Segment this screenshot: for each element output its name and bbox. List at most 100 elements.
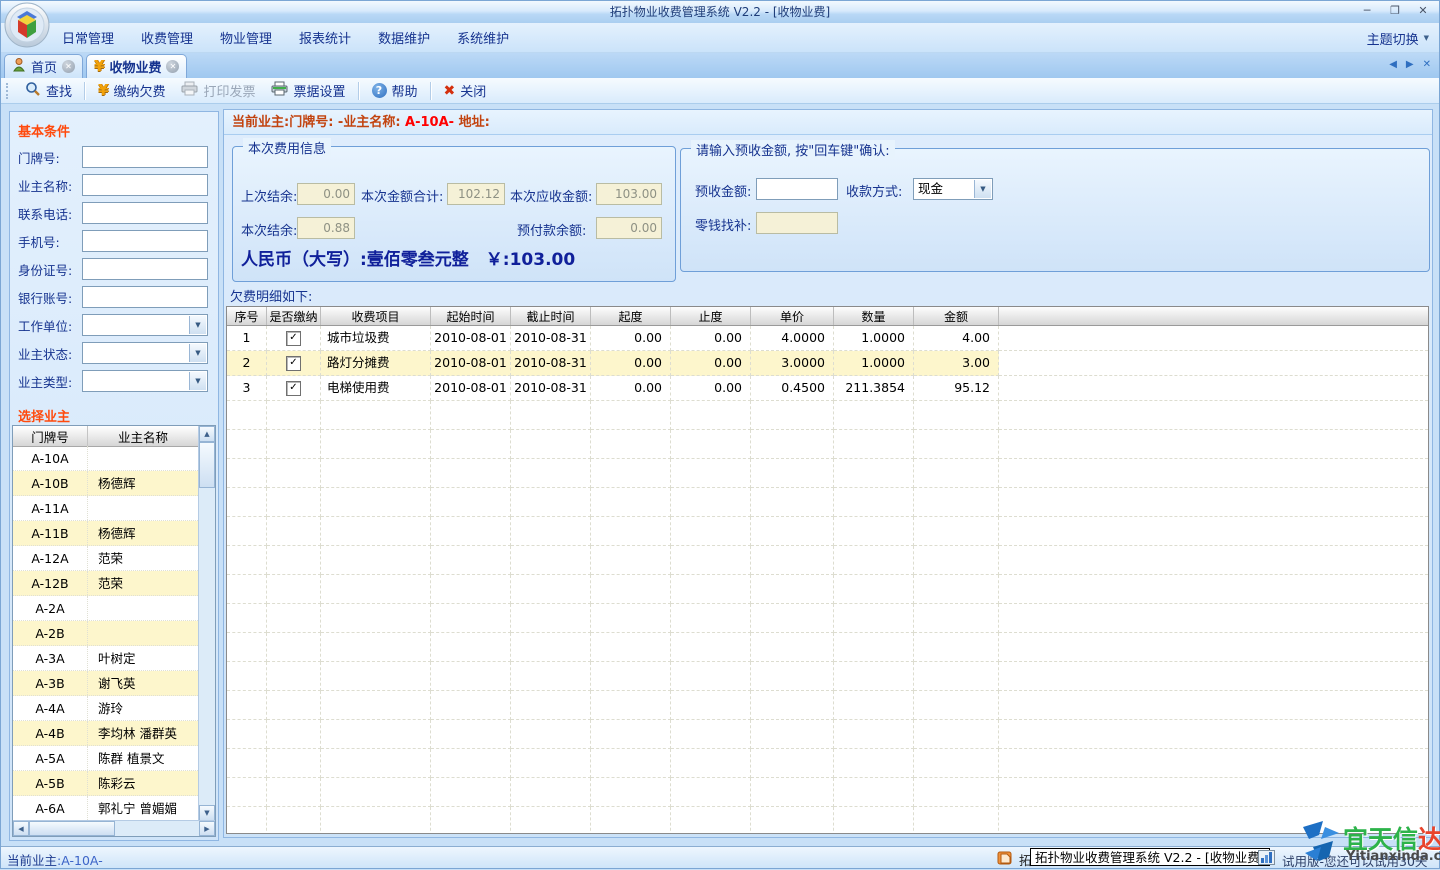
theme-switch-button[interactable]: 主题切换 ▼ [1367, 23, 1429, 53]
text-input-field[interactable] [82, 174, 208, 196]
owner-name-cell: 杨德辉 [88, 521, 198, 545]
fee-table-row[interactable]: 1✓城市垃圾费2010-08-012010-08-310.000.004.000… [227, 326, 1428, 351]
prepay-amount-input[interactable] [756, 178, 838, 200]
scroll-up-icon[interactable]: ▲ [199, 426, 215, 442]
scroll-down-icon[interactable]: ▼ [199, 805, 215, 821]
fee-table-row[interactable]: 3✓电梯使用费2010-08-012010-08-310.000.000.450… [227, 376, 1428, 401]
owner-row[interactable]: A-10B杨德辉 [13, 471, 198, 496]
dropdown-arrow-icon[interactable]: ▼ [974, 180, 991, 198]
owner-list-hscrollbar[interactable]: ◀ ▶ [13, 820, 215, 836]
owner-row[interactable]: A-12B范荣 [13, 571, 198, 596]
combo-field[interactable]: ▼ [82, 314, 208, 336]
vscroll-thumb[interactable] [199, 442, 215, 488]
combo-field[interactable]: ▼ [82, 370, 208, 392]
pay-arrears-button[interactable]: ¥ 缴纳欠费 [90, 79, 173, 102]
menu-item[interactable]: 收费管理 [140, 26, 194, 49]
fee-column-header[interactable]: 止度 [671, 307, 751, 325]
button-label: 查找 [46, 81, 72, 100]
find-button[interactable]: 查找 [17, 79, 80, 103]
app-logo-icon[interactable] [4, 2, 50, 48]
help-button[interactable]: ? 帮助 [364, 79, 426, 102]
owner-row[interactable]: A-4B李均林 潘群英 [13, 721, 198, 746]
empty-grid-cell [751, 517, 834, 546]
empty-grid-cell [431, 546, 511, 575]
tab-scroll-right-icon[interactable]: ▶ [1406, 59, 1414, 70]
tab-scroll-left-icon[interactable]: ◀ [1389, 59, 1397, 70]
fee-cell-qty: 1.0000 [834, 351, 914, 376]
hscroll-thumb[interactable] [29, 821, 115, 836]
empty-grid-cell [751, 604, 834, 633]
maximize-icon[interactable]: ❐ [1387, 3, 1403, 19]
owner-row[interactable]: A-2B [13, 621, 198, 646]
owner-row[interactable]: A-3A叶树定 [13, 646, 198, 671]
dropdown-arrow-icon[interactable]: ▼ [189, 344, 206, 362]
fee-column-header[interactable]: 数量 [834, 307, 914, 325]
text-input-field[interactable] [82, 230, 208, 252]
fee-row-filler [999, 633, 1428, 662]
text-input-field[interactable] [82, 146, 208, 168]
empty-grid-cell [834, 662, 914, 691]
text-input-field[interactable] [82, 286, 208, 308]
dropdown-arrow-icon[interactable]: ▼ [189, 372, 206, 390]
empty-grid-cell [834, 575, 914, 604]
tab-collect-fee[interactable]: ¥ 收物业费 ✕ [86, 54, 187, 78]
text-input-field[interactable] [82, 258, 208, 280]
owner-row[interactable]: A-12A范荣 [13, 546, 198, 571]
receipt-settings-button[interactable]: 票据设置 [263, 79, 353, 102]
fee-column-header[interactable]: 收费项目 [321, 307, 431, 325]
dropdown-arrow-icon[interactable]: ▼ [189, 316, 206, 334]
owner-list-vscrollbar[interactable]: ▲ ▼ [198, 426, 215, 821]
fee-column-header[interactable]: 单价 [751, 307, 834, 325]
fee-row-filler [999, 720, 1428, 749]
tab-close-icon[interactable]: ✕ [166, 60, 179, 73]
tab-list-close-icon[interactable]: ✕ [1423, 59, 1431, 70]
fee-column-header[interactable]: 金额 [914, 307, 999, 325]
owner-row[interactable]: A-2A [13, 596, 198, 621]
paid-checkbox[interactable]: ✓ [286, 331, 301, 346]
paid-checkbox[interactable]: ✓ [286, 356, 301, 371]
owner-row[interactable]: A-3B谢飞英 [13, 671, 198, 696]
payment-method-combo[interactable]: 现金 ▼ [913, 178, 993, 200]
menu-item[interactable]: 报表统计 [298, 26, 352, 49]
basic-conditions-title: 基本条件 [18, 121, 218, 140]
owner-row[interactable]: A-10A [13, 446, 198, 471]
fee-column-header[interactable]: 起度 [591, 307, 671, 325]
empty-grid-cell [834, 488, 914, 517]
empty-grid-cell [751, 633, 834, 662]
empty-grid-cell [431, 807, 511, 834]
fee-row-filler [999, 376, 1428, 401]
fee-column-header[interactable]: 起始时间 [431, 307, 511, 325]
owner-list-column-header[interactable]: 业主名称 [88, 426, 198, 446]
scroll-left-icon[interactable]: ◀ [13, 821, 29, 836]
fee-column-header[interactable]: 是否缴纳 [267, 307, 321, 325]
close-button[interactable]: ✖ 关闭 [436, 79, 495, 102]
owner-row[interactable]: A-6A郭礼宁 曾媚媚 [13, 796, 198, 820]
combo-field[interactable]: ▼ [82, 342, 208, 364]
fee-table-row[interactable]: 2✓路灯分摊费2010-08-012010-08-310.000.003.000… [227, 351, 1428, 376]
empty-grid-cell [834, 778, 914, 807]
owner-row[interactable]: A-4A游玲 [13, 696, 198, 721]
fee-column-header[interactable]: 序号 [227, 307, 267, 325]
empty-grid-cell [227, 430, 267, 459]
tab-home[interactable]: 首页 ✕ [4, 54, 83, 78]
owner-list-header: 门牌号业主名称 [13, 426, 198, 447]
scroll-right-icon[interactable]: ▶ [199, 821, 215, 836]
text-input-field[interactable] [82, 202, 208, 224]
tab-close-icon[interactable]: ✕ [62, 60, 75, 73]
empty-grid-cell [671, 662, 751, 691]
owner-header-labels: 当前业主:门牌号: -业主名称: [232, 115, 405, 130]
owner-row[interactable]: A-5A陈群 植景文 [13, 746, 198, 771]
minimize-icon[interactable]: ─ [1359, 3, 1375, 19]
close-icon[interactable]: ✕ [1415, 3, 1431, 19]
owner-row[interactable]: A-11B杨德辉 [13, 521, 198, 546]
owner-row[interactable]: A-5B陈彩云 [13, 771, 198, 796]
owner-list-column-header[interactable]: 门牌号 [13, 426, 88, 446]
menu-item[interactable]: 系统维护 [456, 26, 510, 49]
paid-checkbox[interactable]: ✓ [286, 381, 301, 396]
menu-item[interactable]: 日常管理 [61, 26, 115, 49]
empty-grid-cell [431, 778, 511, 807]
menu-item[interactable]: 数据维护 [377, 26, 431, 49]
owner-row[interactable]: A-11A [13, 496, 198, 521]
menu-item[interactable]: 物业管理 [219, 26, 273, 49]
fee-column-header[interactable]: 截止时间 [511, 307, 591, 325]
